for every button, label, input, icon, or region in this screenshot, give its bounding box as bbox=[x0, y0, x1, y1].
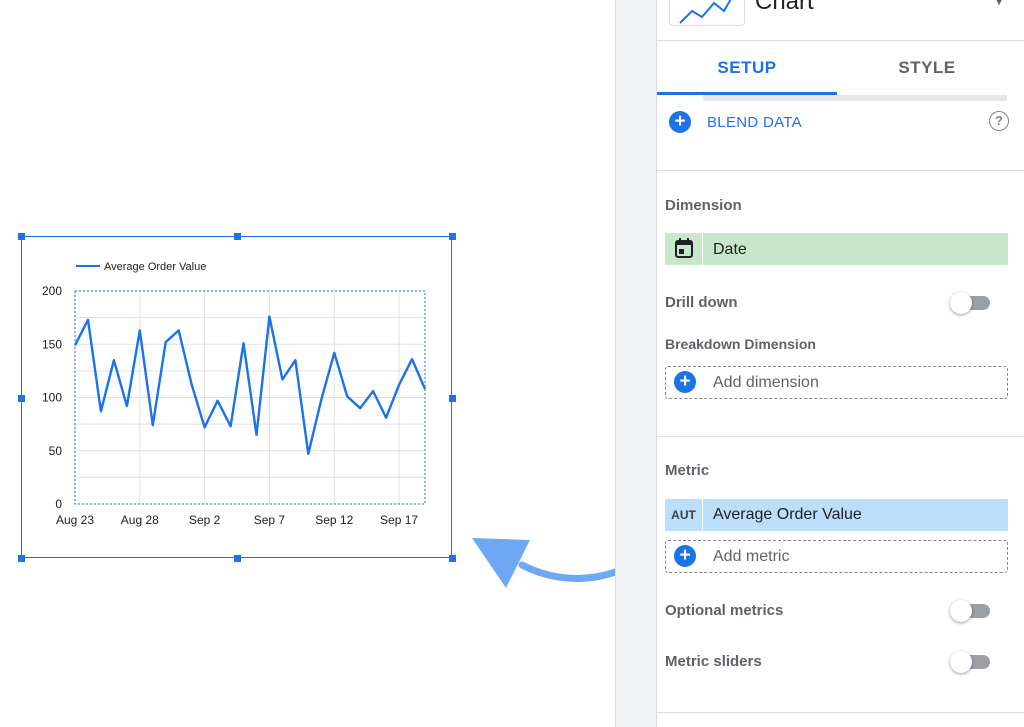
dimension-chip-label: Date bbox=[713, 241, 747, 258]
x-tick-label: Aug 23 bbox=[56, 513, 94, 527]
y-tick-label: 150 bbox=[42, 337, 62, 351]
add-dimension-button[interactable]: + Add dimension bbox=[665, 366, 1008, 399]
breakdown-dimension-title: Breakdown Dimension bbox=[665, 336, 816, 352]
add-circle-icon: + bbox=[674, 545, 696, 567]
add-metric-button[interactable]: + Add metric bbox=[665, 540, 1008, 573]
x-tick-label: Sep 7 bbox=[254, 513, 286, 527]
add-circle-icon: + bbox=[674, 371, 696, 393]
add-metric-label: Add metric bbox=[713, 548, 790, 565]
drill-down-toggle[interactable] bbox=[950, 292, 990, 314]
drill-down-label: Drill down bbox=[665, 294, 738, 311]
series-line-average-order-value bbox=[73, 315, 427, 456]
properties-panel: Chart ▼ SETUP STYLE + BLEND DATA ? Dimen… bbox=[656, 0, 1024, 727]
dimension-chip-date[interactable]: Date bbox=[665, 233, 1008, 265]
chart-type-selector[interactable] bbox=[669, 0, 745, 26]
chart-type-label[interactable]: Chart bbox=[755, 0, 814, 16]
y-tick-label: 0 bbox=[55, 497, 62, 511]
data-source-strip bbox=[703, 95, 1007, 101]
section-divider bbox=[657, 712, 1024, 713]
aggregation-tag[interactable]: AUT bbox=[665, 499, 703, 531]
chevron-down-icon[interactable]: ▼ bbox=[992, 0, 1006, 8]
metric-sliders-label: Metric sliders bbox=[665, 653, 762, 670]
panel-tabs: SETUP STYLE bbox=[657, 40, 1024, 96]
blend-data-label: BLEND DATA bbox=[707, 114, 802, 131]
y-tick-label: 100 bbox=[42, 391, 62, 405]
dimension-title: Dimension bbox=[665, 197, 742, 214]
calendar-icon bbox=[665, 233, 703, 265]
metric-title: Metric bbox=[665, 462, 710, 479]
panel-gutter bbox=[615, 0, 656, 727]
tab-style[interactable]: STYLE bbox=[837, 41, 1017, 95]
metric-chip-label: Average Order Value bbox=[713, 506, 862, 523]
optional-metrics-toggle[interactable] bbox=[950, 600, 990, 622]
x-tick-label: Sep 2 bbox=[189, 513, 221, 527]
optional-metrics-label: Optional metrics bbox=[665, 602, 784, 619]
metric-sliders-toggle[interactable] bbox=[950, 651, 990, 673]
time-series-chart[interactable]: 0 50 100 150 200 Aug 23 Aug 28 Sep 2 Sep 7 Sep 12… bbox=[21, 236, 452, 558]
blend-data-button[interactable]: + BLEND DATA ? bbox=[669, 110, 1009, 136]
help-icon[interactable]: ? bbox=[989, 111, 1009, 131]
line-chart-icon bbox=[679, 0, 732, 24]
y-tick-label: 200 bbox=[42, 284, 62, 298]
metric-chip-average-order-value[interactable]: AUT Average Order Value bbox=[665, 499, 1008, 531]
tab-setup[interactable]: SETUP bbox=[657, 41, 837, 95]
legend-label: Average Order Value bbox=[104, 261, 206, 273]
x-tick-label: Sep 17 bbox=[380, 513, 418, 527]
x-tick-label: Sep 12 bbox=[315, 513, 353, 527]
report-canvas: 0 50 100 150 200 Aug 23 Aug 28 Sep 2 Sep 7 Sep 12… bbox=[0, 0, 615, 727]
y-tick-label: 50 bbox=[49, 444, 63, 458]
section-divider bbox=[657, 436, 1024, 437]
x-tick-label: Aug 28 bbox=[121, 513, 159, 527]
add-circle-icon: + bbox=[669, 111, 691, 133]
section-divider bbox=[657, 170, 1024, 171]
add-dimension-label: Add dimension bbox=[713, 374, 819, 391]
